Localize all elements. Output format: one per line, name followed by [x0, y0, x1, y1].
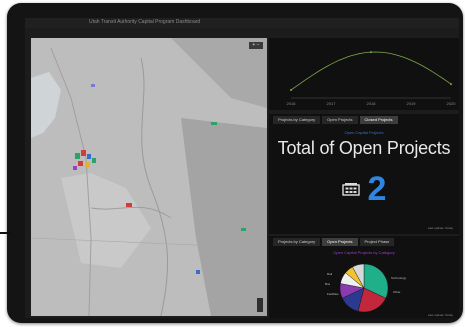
line-chart-panel: 2016 2017 2018 2019 2020 [269, 38, 459, 110]
project-marker[interactable] [91, 84, 95, 87]
tab-projects-by-category[interactable]: Projects by Category [273, 116, 321, 124]
tab-project-phase[interactable]: Project Phase [359, 238, 395, 246]
tab-projects-by-category-2[interactable]: Projects by Category [273, 238, 321, 246]
map-view[interactable]: + − [31, 38, 267, 316]
pie-label-facilities: Facilities [327, 292, 339, 296]
x-tick-label: 2017 [327, 101, 337, 106]
trend-point[interactable] [450, 83, 452, 86]
trend-point[interactable] [290, 89, 292, 91]
zoom-control[interactable]: + − [249, 42, 263, 49]
tab-open-projects-2[interactable]: Open Projects [322, 238, 358, 246]
kpi-panel: Projects by Category Open Projects Close… [269, 114, 459, 234]
pie-panel: Projects by Category Open Projects Proje… [269, 236, 459, 318]
trend-line [290, 51, 452, 91]
trend-point[interactable] [370, 51, 372, 54]
x-tick-label: 2018 [367, 101, 377, 106]
pie-footnote: Last update: Today [427, 313, 453, 317]
pie-label-other: Other [393, 290, 401, 294]
kpi-caption: Open Capital Projects [344, 130, 384, 135]
tab-closed-projects[interactable]: Closed Projects [359, 116, 398, 124]
kpi-metric: 2 [269, 172, 459, 206]
right-column: 2016 2017 2018 2019 2020 Projects by Categor… [269, 28, 459, 318]
project-marker[interactable] [241, 228, 246, 231]
tab-bar-top: Projects by Category Open Projects Close… [273, 116, 398, 124]
pie-label-technology: Technology [391, 276, 407, 280]
x-tick-label: 2019 [407, 101, 417, 106]
project-marker[interactable] [126, 203, 132, 207]
map-scale-control[interactable] [257, 298, 263, 312]
tablet-bezel: Utah Transit Authority Capital Program D… [7, 3, 463, 323]
x-tick-label: 2020 [447, 101, 457, 106]
kpi-title: Total of Open Projects [277, 138, 451, 158]
dashboard-screen: Utah Transit Authority Capital Program D… [25, 18, 459, 318]
project-marker[interactable] [211, 122, 217, 125]
window-title: Utah Transit Authority Capital Program D… [89, 19, 201, 25]
kpi-footnote: Last update: Today [427, 226, 453, 230]
pie-title: Open Capital Projects by Category [333, 250, 395, 255]
project-marker[interactable] [196, 270, 200, 274]
tab-open-projects[interactable]: Open Projects [322, 116, 358, 124]
stand-edge [0, 232, 12, 234]
pie-label-rail: Rail [327, 272, 333, 276]
kpi-value: 2 [367, 170, 387, 208]
pie-label-bus: Bus [325, 282, 331, 286]
title-bar: Utah Transit Authority Capital Program D… [25, 18, 459, 28]
trend-line-chart: 2016 2017 2018 2019 2020 [287, 51, 457, 106]
building-icon [341, 183, 360, 196]
tab-bar-bottom: Projects by Category Open Projects Proje… [273, 238, 395, 246]
x-tick-label: 2016 [287, 101, 297, 106]
category-pie-chart [339, 263, 389, 313]
map-basemap [31, 38, 267, 316]
